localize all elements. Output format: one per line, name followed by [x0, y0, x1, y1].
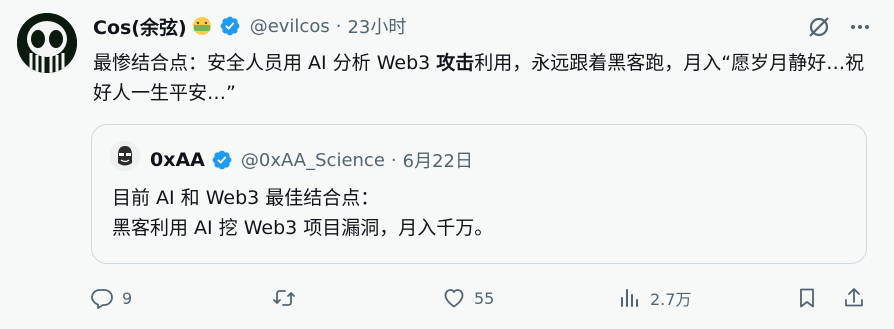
tweet-top-actions	[806, 14, 872, 40]
tweet-text: 最惨结合点：安全人员用 AI 分析 Web3 攻击利用，永远跟着黑客跑，月入“愿…	[93, 48, 873, 108]
author-name[interactable]: Cos(余弦)	[93, 13, 187, 40]
tweet[interactable]: Cos(余弦) @evilcos · 23小时 最惨结合点：安全人员用 AI 分…	[0, 0, 894, 329]
heart-icon	[444, 289, 464, 308]
verified-badge-icon[interactable]	[219, 15, 241, 37]
like-button[interactable]: 55	[442, 283, 494, 313]
quoted-tweet-line: 黑客利用 AI 挖 Web3 项目漏洞，月入千万。	[112, 217, 494, 239]
like-count: 55	[474, 288, 495, 308]
reply-icon	[91, 289, 113, 309]
separator-dot: ·	[335, 15, 342, 37]
bookmark-button[interactable]	[795, 283, 819, 313]
reply-button[interactable]: 9	[90, 283, 132, 313]
tweet-text-part: 最惨结合点：安全人员用 AI 分析 Web3	[93, 52, 437, 74]
retweet-icon	[273, 290, 295, 306]
quoted-tweet-text: 目前 AI 和 Web3 最佳结合点： 黑客利用 AI 挖 Web3 项目漏洞，…	[112, 183, 852, 243]
quoted-author-avatar[interactable]	[110, 141, 140, 171]
view-count: 2.7万	[650, 290, 692, 309]
more-icon[interactable]	[848, 15, 872, 39]
quoted-tweet-header: 0xAA @0xAA_Science · 6月22日	[150, 147, 473, 173]
author-handle[interactable]: @evilcos	[250, 16, 330, 37]
tweet-text-bold: 攻击	[436, 52, 475, 74]
quoted-tweet-line: 目前 AI 和 Web3 最佳结合点：	[112, 187, 380, 209]
quoted-tweet-timestamp[interactable]: 6月22日	[403, 147, 473, 173]
reply-count: 9	[122, 288, 133, 308]
quoted-author-handle[interactable]: @0xAA_Science	[241, 150, 385, 171]
quoted-author-name[interactable]: 0xAA	[150, 149, 205, 171]
retweet-button[interactable]	[272, 283, 304, 313]
separator-dot: ·	[390, 149, 397, 171]
views-icon	[621, 289, 638, 307]
tweet-action-bar: 9 55 2.7万	[88, 283, 878, 313]
tweet-header: Cos(余弦) @evilcos · 23小时	[93, 13, 406, 40]
bookmark-icon	[800, 288, 814, 308]
money-mouth-emoji-icon	[191, 16, 213, 36]
author-avatar[interactable]	[17, 13, 77, 73]
quoted-tweet[interactable]: 0xAA @0xAA_Science · 6月22日 目前 AI 和 Web3 …	[91, 124, 867, 264]
views-button[interactable]: 2.7万	[618, 283, 691, 313]
tweet-timestamp[interactable]: 23小时	[347, 13, 406, 39]
verified-badge-icon[interactable]	[211, 149, 233, 171]
grok-icon[interactable]	[806, 14, 832, 40]
share-icon	[845, 288, 863, 307]
share-button[interactable]	[842, 283, 866, 313]
